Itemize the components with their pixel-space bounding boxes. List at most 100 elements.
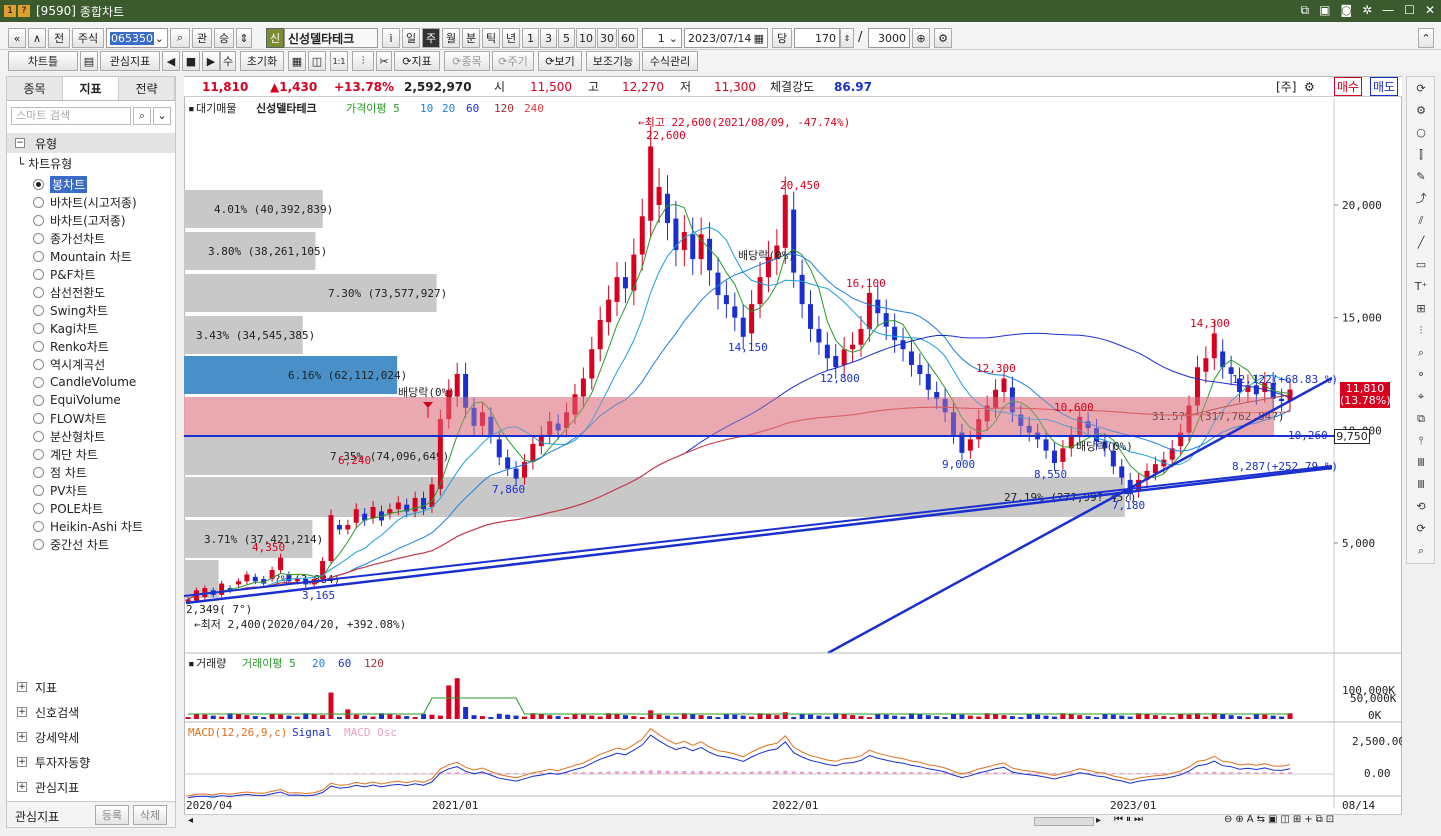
interval-60[interactable]: 60	[618, 28, 638, 48]
expand-icon[interactable]: +	[17, 707, 27, 717]
expand-icon[interactable]: +	[17, 782, 27, 792]
zoom-icon[interactable]: ⊕	[912, 28, 930, 48]
radio-icon[interactable]	[33, 502, 44, 514]
radio-icon[interactable]	[33, 304, 44, 316]
search-icon[interactable]: ⌕	[170, 28, 190, 48]
draw-tool-icon[interactable]: ⌕	[1413, 543, 1429, 559]
minimize-button[interactable]: —	[1382, 3, 1394, 18]
section-2[interactable]: + 강세약세	[17, 727, 79, 747]
radio-icon[interactable]	[33, 520, 44, 532]
radio-icon[interactable]	[33, 538, 44, 550]
candle-icon[interactable]: ⫶	[352, 51, 374, 71]
chart-type-4[interactable]: Mountain 차트	[33, 247, 132, 265]
register-button[interactable]: 등록	[95, 805, 129, 825]
draw-tool-icon[interactable]: ⫶	[1413, 323, 1429, 339]
total-count-input[interactable]: 3000	[868, 28, 910, 48]
stocks-button[interactable]: ⟳ 종목	[444, 51, 490, 71]
buy-button[interactable]: 매수	[1334, 77, 1363, 96]
camera-icon[interactable]: ◙	[1340, 3, 1352, 18]
radio-icon[interactable]	[33, 412, 44, 424]
draw-tool-icon[interactable]: ⟳	[1413, 521, 1429, 537]
favorite-indicators-button[interactable]: 관심지표	[100, 51, 160, 71]
radio-icon[interactable]	[33, 484, 44, 496]
radio-icon[interactable]	[33, 430, 44, 442]
interval-5[interactable]: 5	[558, 28, 575, 48]
scroll-bar[interactable]: ◂ ▸ ⏮⏸⏭ ⊖⊕A⇆▣◫⊞+⧉⊡	[184, 814, 1402, 828]
draw-tool-icon[interactable]: ⫯	[1413, 433, 1429, 449]
period-week[interactable]: 주	[422, 28, 440, 48]
save-icon[interactable]: ▣	[1319, 3, 1330, 18]
draw-tool-icon[interactable]: Ⅲ	[1413, 477, 1429, 493]
prev-arrow-icon[interactable]: ◀	[162, 51, 180, 71]
expand-icon[interactable]: +	[17, 732, 27, 742]
playback-controls[interactable]: ⏮⏸⏭	[1114, 814, 1146, 825]
draw-tool-icon[interactable]: T⁺	[1413, 279, 1429, 295]
chart-type-5[interactable]: P&F차트	[33, 265, 96, 283]
tab-strategy[interactable]: 전략	[119, 77, 175, 100]
chart-type-0[interactable]: 봉차트	[33, 175, 88, 193]
radio-icon[interactable]	[33, 376, 44, 388]
draw-tool-icon[interactable]: ▭	[1413, 257, 1429, 273]
maximize-button[interactable]: ☐	[1404, 3, 1415, 18]
radio-icon[interactable]	[33, 196, 44, 208]
spin-icon[interactable]: ⇕	[236, 28, 252, 48]
chart-type-8[interactable]: Kagi차트	[33, 319, 98, 337]
info-button[interactable]: i	[382, 28, 400, 48]
chart-type-18[interactable]: POLE차트	[33, 499, 103, 517]
section-0[interactable]: + 지표	[17, 677, 57, 697]
link-icon[interactable]: ⧉	[1301, 3, 1310, 18]
seung-button[interactable]: 승	[214, 28, 234, 48]
radio-icon[interactable]	[33, 340, 44, 352]
period-day[interactable]: 일	[402, 28, 420, 48]
chart-type-13[interactable]: FLOW차트	[33, 409, 107, 427]
close-button[interactable]: ✕	[1425, 3, 1435, 18]
period-minute[interactable]: 분	[462, 28, 480, 48]
chart-svg[interactable]: ▪ 대기매물 신성델타테크 가격이평 5 10 20 60 120 240 4.…	[184, 98, 1402, 828]
chart-type-15[interactable]: 계단 차트	[33, 445, 98, 463]
shown-count-input[interactable]: 170	[794, 28, 840, 48]
aux-functions-button[interactable]: 보조기능	[586, 51, 640, 71]
gear-icon[interactable]: ⚙	[1304, 80, 1315, 94]
radio-icon[interactable]	[33, 286, 44, 298]
formula-manager-button[interactable]: 수식관리	[642, 51, 698, 71]
tree-root[interactable]: − 유형	[7, 133, 175, 153]
chart-type-7[interactable]: Swing차트	[33, 301, 108, 319]
chart-type-9[interactable]: Renko차트	[33, 337, 109, 355]
nav-first-button[interactable]: «	[8, 28, 26, 48]
expand-icon[interactable]: +	[17, 757, 27, 767]
section-3[interactable]: + 투자자동향	[17, 752, 90, 772]
prev-button[interactable]: 전	[48, 28, 70, 48]
radio-icon[interactable]	[33, 214, 44, 226]
chart-template-button[interactable]: 차트틀	[8, 51, 78, 71]
help-icon[interactable]: ?	[18, 5, 30, 17]
section-4[interactable]: + 관심지표	[17, 777, 79, 797]
draw-tool-icon[interactable]: ⟲	[1413, 499, 1429, 515]
tab-indicators[interactable]: 지표	[63, 77, 119, 100]
stock-code-input[interactable]: 065350 ⌄	[106, 28, 168, 48]
chart-type-14[interactable]: 분산형차트	[33, 427, 105, 445]
tab-stocks[interactable]: 종목	[7, 77, 63, 100]
chart-type-17[interactable]: PV차트	[33, 481, 88, 499]
interval-3[interactable]: 3	[540, 28, 557, 48]
radio-icon[interactable]	[33, 178, 44, 190]
chart-type-10[interactable]: 역시계곡선	[33, 355, 105, 373]
chart-type-3[interactable]: 종가선차트	[33, 229, 105, 247]
cycle-button[interactable]: ⟳ 주기	[492, 51, 534, 71]
sell-button[interactable]: 매도	[1370, 77, 1399, 96]
count-select[interactable]: 1 ⌄	[642, 28, 682, 48]
gwan-button[interactable]: 관	[192, 28, 212, 48]
nav-up-button[interactable]: ∧	[28, 28, 46, 48]
period-tick[interactable]: 틱	[482, 28, 500, 48]
gear-icon[interactable]: ⚙	[934, 28, 952, 48]
draw-tool-icon[interactable]: ⫽	[1413, 213, 1429, 229]
smart-search-input[interactable]: 스마트 검색	[11, 107, 131, 125]
draw-tool-icon[interactable]: ⌕	[1413, 345, 1429, 361]
radio-icon[interactable]	[33, 448, 44, 460]
draw-tool-icon[interactable]: ⌖	[1413, 389, 1429, 405]
indicator-button[interactable]: ⟳ 지표	[394, 51, 440, 71]
scroll-thumb[interactable]	[1034, 817, 1094, 826]
radio-icon[interactable]	[33, 268, 44, 280]
period-year[interactable]: 년	[502, 28, 520, 48]
draw-tool-icon[interactable]: ⚙	[1413, 103, 1429, 119]
chart-type-12[interactable]: EquiVolume	[33, 391, 121, 409]
